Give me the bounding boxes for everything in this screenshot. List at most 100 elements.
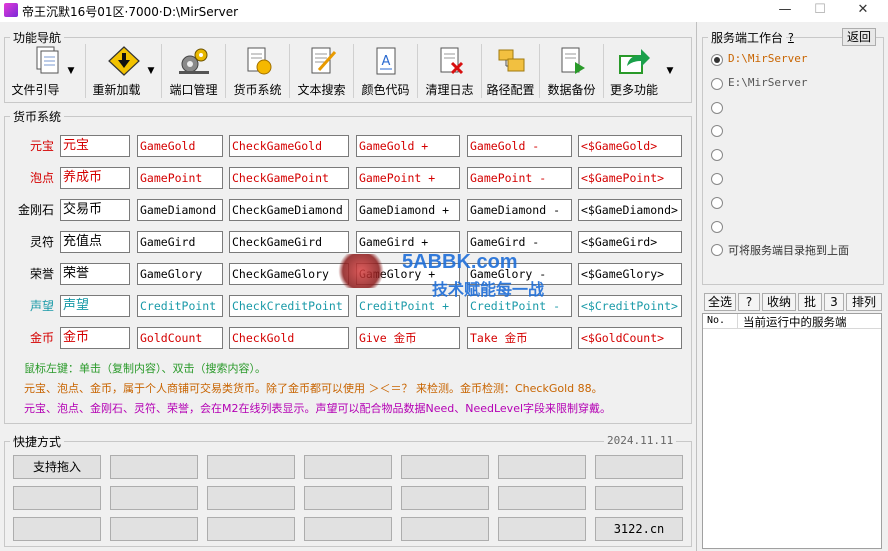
shortcut-slot-button[interactable] (304, 455, 392, 479)
shortcut-slot-button[interactable] (13, 517, 101, 541)
currency-tag-field[interactable]: <$GoldCount> (578, 327, 682, 349)
maximize-button[interactable]: ☐ (805, 0, 835, 22)
column-divider (737, 314, 738, 329)
currency-check-field[interactable]: CheckGamePoint (229, 167, 349, 189)
help-button[interactable]: ? (738, 293, 760, 311)
currency-plus-field[interactable]: GameDiamond + (356, 199, 460, 221)
currency-var-field[interactable]: CreditPoint (137, 295, 223, 317)
currency-check-field[interactable]: CheckGameGlory (229, 263, 349, 285)
shortcut-slot-button[interactable] (595, 486, 683, 510)
currency-name-field[interactable]: 元宝 (60, 135, 130, 157)
currency-plus-field[interactable]: GamePoint + (356, 167, 460, 189)
currency-check-field[interactable]: CheckGameGird (229, 231, 349, 253)
server-directory-radio[interactable] (711, 220, 723, 233)
currency-tag-field[interactable]: <$GameDiamond> (578, 199, 682, 221)
currency-var-field[interactable]: GoldCount (137, 327, 223, 349)
path-config-button[interactable]: 路径配置 (482, 44, 540, 98)
server-directory-radio[interactable] (711, 101, 723, 114)
currency-var-field[interactable]: GameGold (137, 135, 223, 157)
count-button[interactable]: 3 (824, 293, 844, 311)
shortcut-slot-button[interactable] (498, 486, 586, 510)
minimize-button[interactable]: — (770, 0, 800, 22)
shortcut-slot-button[interactable] (401, 486, 489, 510)
more-functions-dropdown-icon[interactable]: ▼ (665, 66, 675, 76)
workbench-help-icon[interactable]: ? (788, 31, 794, 44)
server-directory-radio[interactable] (711, 77, 723, 90)
server-directory-radio[interactable] (711, 196, 723, 209)
currency-var-field[interactable]: GameDiamond (137, 199, 223, 221)
shortcut-slot-button[interactable] (207, 486, 295, 510)
reload-dropdown-icon[interactable]: ▼ (146, 66, 156, 76)
app-icon (4, 3, 18, 17)
shortcut-slot-button[interactable] (110, 517, 198, 541)
select-all-button[interactable]: 全选 (704, 293, 736, 311)
currency-var-field[interactable]: GamePoint (137, 167, 223, 189)
arrange-button[interactable]: 排列 (846, 293, 882, 311)
back-button[interactable]: 返回 (842, 28, 876, 46)
close-button[interactable]: ✕ (848, 0, 878, 22)
shortcut-slot-button[interactable] (207, 517, 295, 541)
color-code-button[interactable]: A 颜色代码 (354, 44, 418, 98)
shortcut-slot-button[interactable]: 支持拖入 (13, 455, 101, 479)
panel-divider (696, 22, 697, 551)
text-search-button[interactable]: 文本搜索 (290, 44, 354, 98)
shortcut-slot-button[interactable] (498, 455, 586, 479)
shortcut-slot-button[interactable] (498, 517, 586, 541)
currency-var-field[interactable]: GameGird (137, 231, 223, 253)
title-bar: 帝王沉默16号01区·7000·D:\MirServer — ☐ ✕ (0, 0, 888, 22)
running-servers-table[interactable]: No. 当前运行中的服务端 (702, 313, 882, 549)
currency-name-field[interactable]: 交易币 (60, 199, 130, 221)
clear-log-button[interactable]: 清理日志 (418, 44, 482, 98)
shortcut-slot-button[interactable] (401, 517, 489, 541)
shortcut-slot-button[interactable] (110, 455, 198, 479)
currency-tag-field[interactable]: <$GameGold> (578, 135, 682, 157)
currency-system-button[interactable]: 货币系统 (226, 44, 290, 98)
currency-name-field[interactable]: 声望 (60, 295, 130, 317)
shortcut-slot-button[interactable]: 3122.cn (595, 517, 683, 541)
shortcut-slot-button[interactable] (595, 455, 683, 479)
shortcut-slot-button[interactable] (401, 455, 489, 479)
currency-check-field[interactable]: CheckCreditPoint (229, 295, 349, 317)
currency-check-field[interactable]: CheckGold (229, 327, 349, 349)
shortcut-slot-button[interactable] (13, 486, 101, 510)
currency-tag-field[interactable]: <$GameGird> (578, 231, 682, 253)
currency-label: 灵符 (29, 235, 54, 249)
shortcut-slot-button[interactable] (110, 486, 198, 510)
currency-check-field[interactable]: CheckGameDiamond (229, 199, 349, 221)
currency-name-field[interactable]: 养成币 (60, 167, 130, 189)
currency-tag-field[interactable]: <$GameGlory> (578, 263, 682, 285)
currency-minus-field[interactable]: Take 金币 (467, 327, 572, 349)
currency-minus-field[interactable]: GameGird - (467, 231, 572, 253)
color-code-label: 颜色代码 (361, 83, 410, 97)
currency-minus-field[interactable]: GameDiamond - (467, 199, 572, 221)
currency-name-field[interactable]: 金币 (60, 327, 130, 349)
currency-tag-field[interactable]: <$CreditPoint> (578, 295, 682, 317)
server-directory-radio[interactable] (711, 54, 723, 66)
port-manage-button[interactable]: 端口管理 (162, 44, 226, 98)
currency-icon (247, 47, 271, 75)
shortcut-slot-button[interactable] (207, 455, 295, 479)
collapse-button[interactable]: 收纳 (762, 293, 796, 311)
watermark-url: 5ABBK.com (402, 251, 518, 273)
note-online-list: 元宝、泡点、金刚石、灵符、荣誉，会在M2在线列表显示。声望可以配合物品数据Nee… (24, 402, 612, 415)
more-functions-label: 更多功能 (609, 83, 658, 97)
file-guide-dropdown-icon[interactable]: ▼ (66, 66, 76, 76)
currency-label: 金刚石 (17, 203, 54, 217)
currency-minus-field[interactable]: GamePoint - (467, 167, 572, 189)
data-backup-button[interactable]: 数据备份 (540, 44, 604, 98)
shortcut-slot-button[interactable] (304, 486, 392, 510)
batch-button[interactable]: 批 (798, 293, 822, 311)
text-search-icon (311, 47, 336, 74)
shortcut-slot-button[interactable] (304, 517, 392, 541)
currency-name-field[interactable]: 荣誉 (60, 263, 130, 285)
currency-check-field[interactable]: CheckGameGold (229, 135, 349, 157)
server-directory-radio[interactable] (711, 173, 723, 185)
currency-var-field[interactable]: GameGlory (137, 263, 223, 285)
currency-plus-field[interactable]: GameGird + (356, 231, 460, 253)
currency-plus-field[interactable]: GameGold + (356, 135, 460, 157)
currency-name-field[interactable]: 充值点 (60, 231, 130, 253)
currency-plus-field[interactable]: Give 金币 (356, 327, 460, 349)
currency-tag-field[interactable]: <$GamePoint> (578, 167, 682, 189)
currency-minus-field[interactable]: GameGold - (467, 135, 572, 157)
currency-label: 泡点 (29, 171, 54, 185)
